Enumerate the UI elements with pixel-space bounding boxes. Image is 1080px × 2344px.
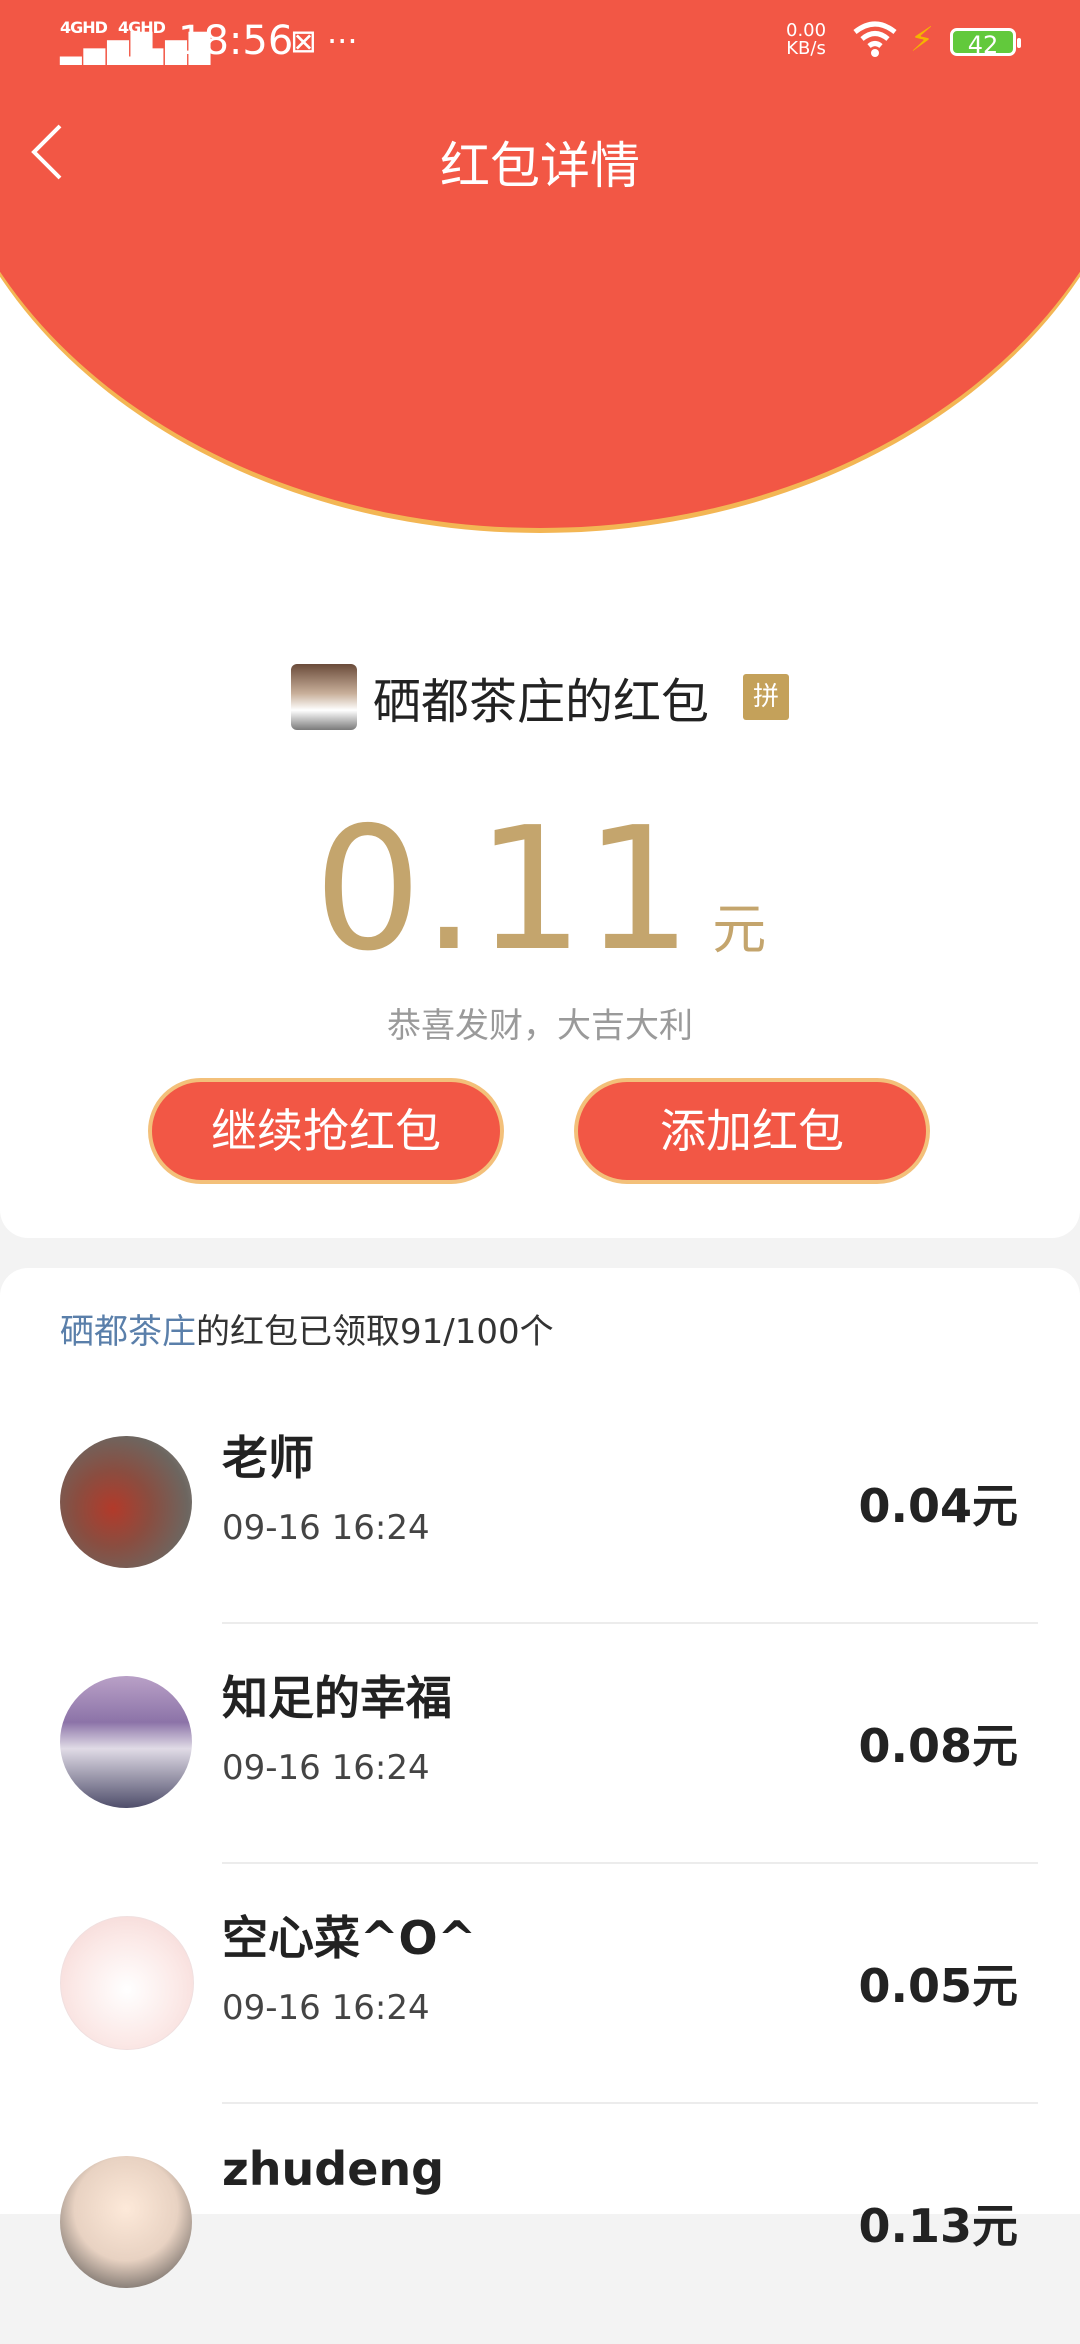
avatar[interactable] <box>60 1916 194 2050</box>
avatar[interactable] <box>60 1436 192 1568</box>
wifi-icon <box>852 18 898 67</box>
continue-grab-button[interactable]: 继续抢红包 <box>148 1078 504 1184</box>
net-speed: 0.00 KB/s <box>786 20 827 59</box>
record-name: 知足的幸福 <box>222 1671 452 1725</box>
status-bar: 4GHD ▂▄▆█ 4GHD ▂▄▆█ 18:56 ⊠ ··· 0.00 KB/… <box>0 0 1080 86</box>
record-name: 空心菜^O^ <box>222 1911 477 1965</box>
record-amount: 0.04元 <box>858 1479 1019 1533</box>
charging-icon: ⚡ <box>910 20 934 60</box>
receive-summary: 硒都茶庄的红包已领取91/100个 <box>60 1312 554 1352</box>
red-packet-header-card: 4GHD ▂▄▆█ 4GHD ▂▄▆█ 18:56 ⊠ ··· 0.00 KB/… <box>0 0 1080 1238</box>
sender-avatar[interactable] <box>290 664 357 730</box>
page-title: 红包详情 <box>440 137 640 195</box>
record-row[interactable]: 知足的幸福 09-16 16:24 0.08元 <box>0 1624 1080 1864</box>
record-name: 老师 <box>222 1431 314 1485</box>
record-time: 09-16 16:24 <box>222 1748 430 1788</box>
avatar[interactable] <box>60 1676 192 1808</box>
owner-link[interactable]: 硒都茶庄 <box>60 1312 196 1352</box>
amount-unit: 元 <box>712 898 767 961</box>
blessing-text: 恭喜发财，大吉大利 <box>387 1006 693 1046</box>
sender-info: 硒都茶庄的红包 拼 <box>0 662 1080 736</box>
record-row[interactable]: zhudeng 0.13元 <box>0 2104 1080 2344</box>
record-amount: 0.08元 <box>858 1719 1019 1773</box>
avatar[interactable] <box>60 2156 192 2288</box>
record-amount: 0.05元 <box>858 1959 1019 2013</box>
amount-value: 0.11 <box>313 791 693 989</box>
received-amount: 0.11 元 <box>0 800 1080 980</box>
record-amount: 0.13元 <box>858 2199 1019 2253</box>
status-time: 18:56 <box>178 18 294 64</box>
sender-name: 硒都茶庄的红包 <box>372 674 709 730</box>
record-row[interactable]: 老师 09-16 16:24 0.04元 <box>0 1384 1080 1624</box>
notification-icons: ⊠ ··· <box>290 22 358 60</box>
record-time: 09-16 16:24 <box>222 1508 430 1548</box>
battery-icon: 42 <box>950 28 1021 59</box>
group-badge: 拼 <box>743 674 789 720</box>
record-time: 09-16 16:24 <box>222 1988 430 2028</box>
add-red-packet-button[interactable]: 添加红包 <box>574 1078 930 1184</box>
records-card: 硒都茶庄的红包已领取91/100个 老师 09-16 16:24 0.04元 知… <box>0 1268 1080 2288</box>
record-row[interactable]: 空心菜^O^ 09-16 16:24 0.05元 <box>0 1864 1080 2104</box>
record-name: zhudeng <box>222 2142 445 2196</box>
